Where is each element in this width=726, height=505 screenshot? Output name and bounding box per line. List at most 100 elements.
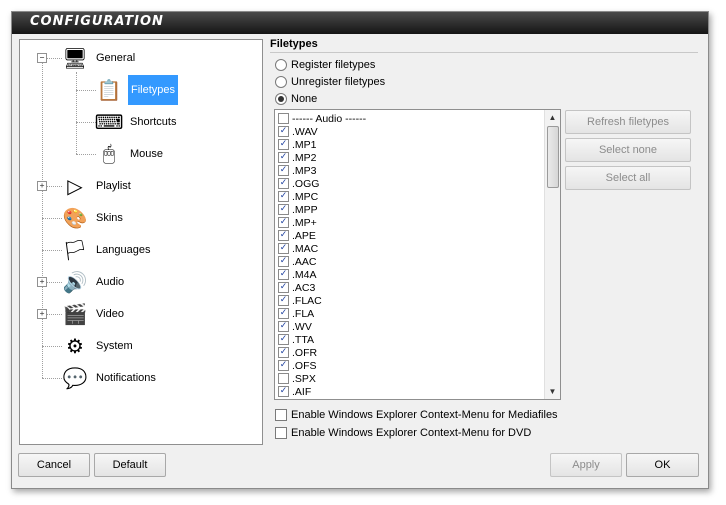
refresh-filetypes-button[interactable]: Refresh filetypes: [565, 110, 691, 134]
tree-item-languages[interactable]: 🏳 Languages: [60, 236, 152, 264]
filetype-list-item[interactable]: .SPX: [278, 372, 316, 385]
register-filetypes-radio[interactable]: Register filetypes: [275, 58, 375, 72]
tree-item-general[interactable]: 🖥 General: [60, 44, 137, 72]
filetype-list-item[interactable]: ✓ .AC3: [278, 281, 315, 294]
window-title: CONFIGURATION: [30, 14, 164, 29]
filetype-list-item[interactable]: ✓ .MAC: [278, 242, 318, 255]
filetype-label: .WV: [292, 320, 312, 333]
filetype-list-item[interactable]: ✓ .MP1: [278, 138, 317, 151]
filetype-checkbox[interactable]: ✓: [278, 230, 289, 241]
video-expand-toggle[interactable]: +: [37, 309, 47, 319]
filetype-list-item[interactable]: ------ Audio ------: [278, 112, 366, 125]
tree-item-notifications[interactable]: 💬 Notifications: [60, 364, 158, 392]
speech-bubble-icon: 💬: [62, 367, 88, 390]
filetype-list-item[interactable]: ✓ .OGG: [278, 177, 319, 190]
filetype-list-item[interactable]: ✓ .WV: [278, 320, 312, 333]
filetype-list-item[interactable]: ✓ .MPC: [278, 190, 318, 203]
general-collapse-toggle[interactable]: −: [37, 53, 47, 63]
list-scrollbar[interactable]: ▲ ▼: [544, 110, 560, 399]
configuration-window: CONFIGURATION − + + + 🖥 General 📋 Filety…: [11, 11, 709, 489]
filetype-checkbox[interactable]: ✓: [278, 334, 289, 345]
tree-item-playlist[interactable]: ▷ Playlist: [60, 172, 133, 200]
filetype-label: .OFS: [292, 359, 317, 372]
clapperboard-icon: 🎬: [62, 303, 88, 326]
filetype-label: .MAC: [292, 242, 319, 255]
context-menu-mediafiles-checkbox[interactable]: Enable Windows Explorer Context-Menu for…: [275, 408, 558, 422]
cancel-button[interactable]: Cancel: [18, 453, 90, 477]
filetype-checkbox[interactable]: ✓: [278, 139, 289, 150]
filetype-checkbox[interactable]: ✓: [278, 360, 289, 371]
filetype-list-item[interactable]: ✓ .TTA: [278, 333, 314, 346]
tree-item-system[interactable]: ⚙ System: [60, 332, 135, 360]
title-bar[interactable]: CONFIGURATION: [12, 12, 708, 34]
filetype-label: .OGG: [292, 177, 320, 190]
scroll-thumb[interactable]: [547, 126, 559, 188]
filetype-checkbox[interactable]: ✓: [278, 386, 289, 397]
default-button[interactable]: Default: [94, 453, 166, 477]
filetype-label: .AAC: [292, 255, 317, 268]
filetype-list-item[interactable]: ✓ .FLA: [278, 307, 314, 320]
filetype-checkbox[interactable]: ✓: [278, 204, 289, 215]
filetype-list-item[interactable]: ✓ .OFR: [278, 346, 317, 359]
filetype-list-item[interactable]: ✓ .AIF: [278, 385, 311, 398]
filetype-checkbox[interactable]: ✓: [278, 191, 289, 202]
apply-button[interactable]: Apply: [550, 453, 622, 477]
filetype-checkbox[interactable]: ✓: [278, 321, 289, 332]
playlist-icon: ▷: [67, 175, 83, 198]
filetype-checkbox[interactable]: ✓: [278, 295, 289, 306]
filetype-list-item[interactable]: ✓ .M4A: [278, 268, 317, 281]
filetype-label: .FLA: [292, 307, 315, 320]
select-all-button[interactable]: Select all: [565, 166, 691, 190]
ok-button[interactable]: OK: [626, 453, 699, 477]
tree-item-mouse[interactable]: 🖱 Mouse: [94, 140, 165, 168]
filetype-list-item[interactable]: ✓ .MP3: [278, 164, 317, 177]
filetype-list-item[interactable]: ✓ .FLAC: [278, 294, 322, 307]
select-none-button[interactable]: Select none: [565, 138, 691, 162]
tree-item-video[interactable]: 🎬 Video: [60, 300, 126, 328]
settings-tree: − + + + 🖥 General 📋 Filetypes ⌨ Shortcut…: [19, 39, 263, 445]
filetype-list-item[interactable]: ✓ .APE: [278, 229, 316, 242]
filetype-checkbox[interactable]: ✓: [278, 308, 289, 319]
filetype-label: .AC3: [292, 281, 316, 294]
filetype-label: .APE: [292, 229, 316, 242]
filetype-checkbox[interactable]: ✓: [278, 178, 289, 189]
playlist-expand-toggle[interactable]: +: [37, 181, 47, 191]
context-menu-dvd-checkbox[interactable]: Enable Windows Explorer Context-Menu for…: [275, 426, 531, 440]
audio-expand-toggle[interactable]: +: [37, 277, 47, 287]
filetype-list-item[interactable]: ✓ .AAC: [278, 255, 317, 268]
filetype-checkbox[interactable]: ✓: [278, 282, 289, 293]
filetype-checkbox[interactable]: ✓: [278, 347, 289, 358]
none-radio[interactable]: None: [275, 92, 317, 106]
scroll-down-arrow-icon[interactable]: ▼: [545, 384, 560, 399]
filetype-checkbox[interactable]: ✓: [278, 269, 289, 280]
section-title: Filetypes: [270, 38, 318, 50]
list-document-icon: 📋: [96, 79, 122, 102]
filetype-checkbox[interactable]: ✓: [278, 256, 289, 267]
filetype-checkbox[interactable]: [278, 113, 289, 124]
filetype-checkbox[interactable]: ✓: [278, 152, 289, 163]
filetype-checkbox[interactable]: [278, 373, 289, 384]
filetype-label: .AIF: [292, 385, 312, 398]
filetype-label: ------ Audio ------: [292, 112, 367, 125]
unregister-filetypes-radio[interactable]: Unregister filetypes: [275, 75, 385, 89]
filetype-checkbox[interactable]: ✓: [278, 217, 289, 228]
keyboard-key-icon: ⌨: [94, 111, 124, 134]
filetype-list-item[interactable]: ✓ .OFS: [278, 359, 317, 372]
section-divider: [270, 52, 698, 53]
filetype-list-item[interactable]: ✓ .MP2: [278, 151, 317, 164]
scroll-up-arrow-icon[interactable]: ▲: [545, 110, 560, 125]
monitor-icon: 🖥: [62, 47, 88, 70]
filetypes-list[interactable]: ------ Audio ------ ✓ .WAV ✓ .MP1 ✓ .MP2 ✓ .MP3 ✓…: [274, 109, 561, 400]
filetype-checkbox[interactable]: ✓: [278, 126, 289, 137]
filetype-list-item[interactable]: ✓ .MPP: [278, 203, 318, 216]
tree-item-audio[interactable]: 🔊 Audio: [60, 268, 126, 296]
mouse-icon: 🖱: [103, 142, 115, 165]
filetype-list-item[interactable]: ✓ .WAV: [278, 125, 318, 138]
filetype-list-item[interactable]: ✓ .MP+: [278, 216, 317, 229]
tree-item-filetypes[interactable]: 📋 Filetypes: [94, 75, 179, 105]
filetype-label: .MP+: [292, 216, 317, 229]
filetype-checkbox[interactable]: ✓: [278, 243, 289, 254]
tree-item-shortcuts[interactable]: ⌨ Shortcuts: [94, 108, 178, 136]
tree-item-skins[interactable]: 🎨 Skins: [60, 204, 125, 232]
filetype-checkbox[interactable]: ✓: [278, 165, 289, 176]
